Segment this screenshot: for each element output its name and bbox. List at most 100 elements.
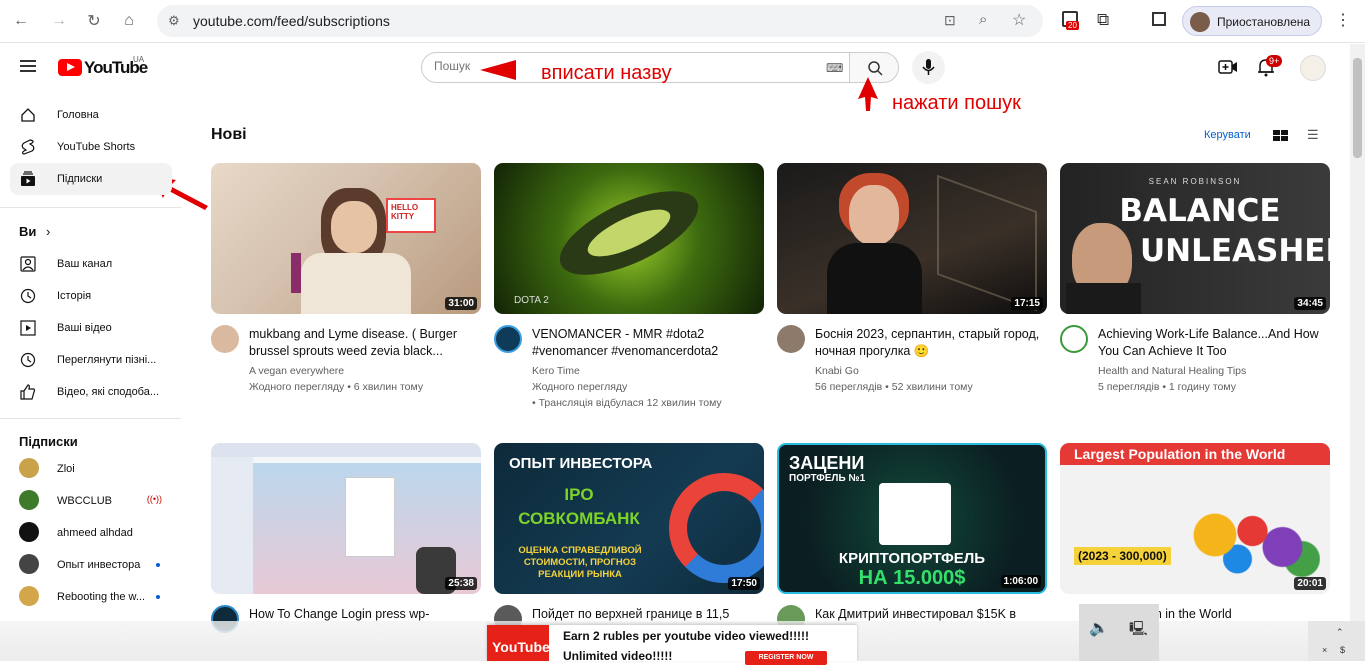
you-title: Ви [19,224,37,239]
video-card[interactable]: Largest Population in the World (2023 - … [1060,443,1330,623]
sidebar-item-liked-videos[interactable]: Відео, які сподоба... [10,376,172,408]
ad-register-button[interactable]: REGISTER NOW [745,651,827,665]
channel-name[interactable]: Health and Natural Healing Tips [1098,365,1246,377]
video-card[interactable]: DOTA 2 VENOMANCER - MMR #dota2 #venomanc… [494,163,764,423]
video-card[interactable]: ОПЫТ ИНВЕСТОРА IPO СОВКОМБАНК ОЦЕНКА СПР… [494,443,764,633]
home-browser-icon[interactable]: ⌂ [116,8,142,34]
scrollbar-thumb[interactable] [1353,58,1362,158]
currency-icon: $ [1340,645,1346,655]
sidebar-item-shorts[interactable]: YouTube Shorts [10,131,172,163]
region-code: UA [133,55,145,64]
sidebar-item-label: Підписки [57,173,103,185]
video-thumbnail[interactable]: DOTA 2 [494,163,764,314]
duration-badge: 34:45 [1294,297,1326,310]
thumb-text: (2023 - 300,000) [1074,547,1171,565]
search-icon [868,61,883,76]
video-card[interactable]: SEAN ROBINSON BALANCE UNLEASHED 34:45 Ac… [1060,163,1330,423]
puzzle-icon[interactable]: ⧉ [1097,10,1109,30]
sidebar-item-watch-later[interactable]: Переглянути пізні... [10,344,172,376]
tray-mini: ⌃ × $ [1308,621,1365,661]
sidebar-item-your-videos[interactable]: Ваші відео [10,312,172,344]
forward-icon[interactable]: → [46,8,72,34]
channel-name[interactable]: A vegan everywhere [249,365,344,377]
channel-avatar [19,522,39,542]
more-menu-icon[interactable]: ⋮ [1335,10,1351,30]
new-content-dot [156,563,160,567]
video-thumbnail[interactable]: Largest Population in the World (2023 - … [1060,443,1330,594]
channel-avatar[interactable] [494,325,522,353]
menu-icon[interactable] [20,60,36,72]
reload-icon[interactable]: ↻ [81,8,107,34]
list-view-icon[interactable]: ☰ [1307,127,1319,143]
video-thumbnail[interactable]: 17:15 [777,163,1047,314]
video-card[interactable]: 25:38 How To Change Login press wp- [211,443,481,633]
duration-badge: 20:01 [1294,577,1326,590]
channel-avatar[interactable] [1060,325,1088,353]
bookmark-star-icon[interactable]: ☆ [1012,10,1026,30]
speaker-icon[interactable]: 🔈 [1089,618,1109,638]
site-info-icon[interactable]: ⚙ [168,13,180,29]
voice-search-button[interactable] [912,51,945,84]
back-icon[interactable]: ← [8,8,34,34]
video-thumbnail[interactable]: ЗАЦЕНИ ПОРТФЕЛЬ №1 КРИПТОПОРТФЕЛЬ НА 15.… [777,443,1047,594]
thumb-text: IPO [564,485,594,504]
video-title[interactable]: mukbang and Lyme disease. ( Burger bruss… [249,326,479,360]
sidebar-item-home[interactable]: Головна [10,99,172,131]
video-title[interactable]: Achieving Work-Life Balance...And How Yo… [1098,326,1328,360]
like-icon [20,384,36,400]
video-thumbnail[interactable]: 25:38 [211,443,481,594]
sidepanel-icon[interactable] [1152,12,1166,26]
sidebar-sub-investor[interactable]: Опыт инвестора [10,549,172,581]
ad-banner[interactable]: YouTube Earn 2 rubles per youtube video … [487,625,857,665]
sidebar-sub-rebooting[interactable]: Rebooting the w... [10,581,172,613]
address-bar[interactable]: ⚙ youtube.com/feed/subscriptions ⊡ ⌕ ☆ [157,5,1043,37]
video-thumbnail[interactable]: HELLO KITTY 31:00 [211,163,481,314]
sidebar-subscriptions-heading: Підписки [19,434,78,449]
home-icon [21,108,35,122]
duration-badge: 17:50 [728,577,760,590]
sidebar-item-subscriptions[interactable]: Підписки [10,163,172,195]
create-video-icon[interactable] [1218,59,1238,75]
zoom-icon[interactable]: ⌕ [979,11,987,28]
collapse-icon[interactable]: ⌃ [1336,627,1344,638]
annotation-arrow-button [858,77,878,111]
sidebar-you-heading[interactable]: Ви › [19,224,50,239]
manage-link[interactable]: Керувати [1204,129,1251,141]
video-card[interactable]: 17:15 Боснія 2023, серпантин, старый гор… [777,163,1047,423]
video-meta: 5 переглядів • 1 годину тому [1098,381,1236,393]
video-thumbnail[interactable]: SEAN ROBINSON BALANCE UNLEASHED 34:45 [1060,163,1330,314]
chevron-right-icon: › [46,224,51,239]
channel-name[interactable]: Kero Time [532,365,580,377]
video-card[interactable]: ЗАЦЕНИ ПОРТФЕЛЬ №1 КРИПТОПОРТФЕЛЬ НА 15.… [777,443,1047,633]
profile-button[interactable]: Приостановлена [1182,6,1322,36]
sidebar-sub-zloi[interactable]: Zloi [10,453,172,485]
keyboard-icon[interactable]: ⌨ [826,61,843,75]
sidebar-divider [0,418,181,419]
channel-name[interactable]: Knabi Go [815,365,859,377]
grid-view-icon[interactable] [1273,130,1288,142]
video-card[interactable]: HELLO KITTY 31:00 mukbang and Lyme disea… [211,163,481,423]
page-scrollbar[interactable] [1350,44,1365,624]
sidebar-item-your-channel[interactable]: Ваш канал [10,248,172,280]
youtube-logo-icon[interactable] [58,59,82,76]
sidebar-item-label: Переглянути пізні... [57,354,157,366]
account-avatar[interactable] [1300,55,1326,81]
system-tray: 🔈 🖳 [1079,604,1159,661]
video-thumbnail[interactable]: ОПЫТ ИНВЕСТОРА IPO СОВКОМБАНК ОЦЕНКА СПР… [494,443,764,594]
video-title[interactable]: Боснія 2023, серпантин, старый город, но… [815,326,1045,360]
ad-line1: Earn 2 rubles per youtube video viewed!!… [563,629,810,643]
channel-avatar[interactable] [777,325,805,353]
video-meta: Жодного перегляду [532,381,628,393]
sidebar-item-history[interactable]: Історія [10,280,172,312]
thumb-text: Largest Population in the World [1074,446,1286,462]
close-icon[interactable]: × [1322,645,1327,655]
video-title[interactable]: VENOMANCER - MMR #dota2 #venomancer #ven… [532,326,762,360]
sidebar-sub-ahmeed[interactable]: ahmeed alhdad [10,517,172,549]
sidebar-sub-wbcclub[interactable]: WBCCLUB ((•)) [10,485,172,517]
channel-avatar[interactable] [211,325,239,353]
ad-logo: YouTube [487,625,550,661]
network-icon[interactable]: 🖳 [1129,618,1148,642]
thumb-text: ОПЫТ ИНВЕСТОРА [509,455,653,472]
your-videos-icon [20,320,36,336]
install-icon[interactable]: ⊡ [944,12,956,29]
